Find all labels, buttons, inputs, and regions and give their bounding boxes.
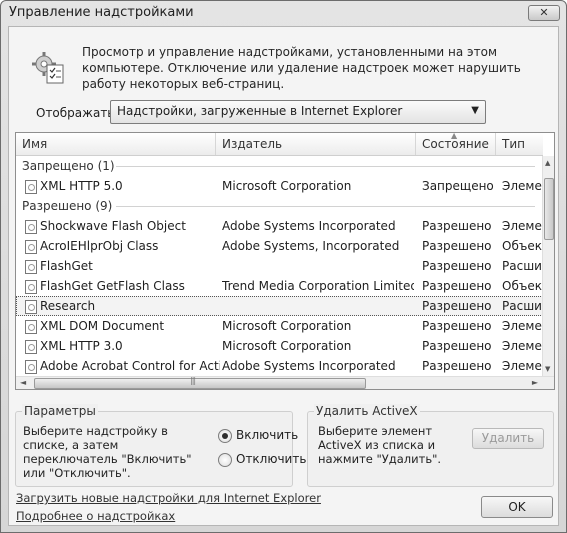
- download-addons-link[interactable]: Загрузить новые надстройки для Internet …: [16, 491, 321, 505]
- table-row[interactable]: FlashGet Разрешено Расширение обозревателя: [16, 256, 543, 276]
- addon-icon: [25, 260, 37, 274]
- table-row[interactable]: Shockwave Flash Object Adobe Systems Inco…: [16, 216, 543, 236]
- group-label: Разрешено (9): [22, 199, 113, 213]
- dialog-body: Просмотр и управление надстройками, уста…: [8, 26, 559, 526]
- addon-publisher: Microsoft Corporation: [222, 319, 352, 333]
- addon-publisher: Adobe Systems Incorporated: [222, 359, 396, 373]
- vertical-scroll-thumb[interactable]: [544, 178, 554, 240]
- activex-text: Выберите элемент ActiveX из списка и наж…: [318, 424, 442, 466]
- remove-activex-group: Удалить ActiveX Выберите элемент ActiveX…: [307, 404, 554, 487]
- addon-publisher: Adobe Systems Incorporated: [222, 219, 396, 233]
- addon-publisher: Microsoft Corporation: [222, 179, 352, 193]
- show-dropdown-value: Надстройки, загруженные в Internet Explo…: [117, 104, 403, 118]
- addon-name: Shockwave Flash Object: [40, 219, 186, 233]
- addon-type: Объект модуля поддержки: [502, 239, 542, 253]
- list-header: Имя Издатель Состояние Тип ▲: [16, 133, 543, 156]
- horizontal-scroll-thumb[interactable]: [34, 376, 366, 389]
- addon-icon: [25, 220, 37, 234]
- sort-ascending-icon: ▲: [451, 132, 458, 140]
- remove-button[interactable]: Удалить: [472, 428, 544, 449]
- params-group: Параметры Выберите надстройку в списке, …: [15, 404, 306, 487]
- addon-state: Разрешено: [422, 299, 492, 313]
- table-row[interactable]: AcroIEHlprObj Class Adobe Systems, Incorp…: [16, 236, 543, 256]
- table-row[interactable]: XML HTTP 3.0 Microsoft Corporation Разреше…: [16, 336, 543, 356]
- column-header-type[interactable]: Тип: [496, 133, 543, 155]
- enable-radio[interactable]: [218, 429, 232, 443]
- table-row[interactable]: XML HTTP 5.0 Microsoft Corporation Запреще…: [16, 176, 543, 196]
- manage-addons-window: Управление надстройками ✕ Просмотр и упр…: [0, 0, 567, 533]
- description-text: Просмотр и управление надстройками, уста…: [82, 45, 521, 91]
- table-row[interactable]: FlashGet GetFlash Class Trend Media Corpo…: [16, 276, 543, 296]
- addon-type: Расширение обозревателя: [502, 259, 542, 273]
- activex-title: Удалить ActiveX: [314, 404, 420, 418]
- addon-publisher: Trend Media Corporation Limited: [222, 279, 414, 293]
- params-title: Параметры: [22, 404, 98, 418]
- addon-state: Разрешено: [422, 239, 492, 253]
- horizontal-scrollbar[interactable]: ◄ ►: [16, 376, 554, 389]
- addon-icon: [25, 360, 37, 374]
- vertical-scrollbar[interactable]: ▲ ▼: [542, 156, 554, 376]
- column-header-name[interactable]: Имя: [16, 133, 216, 155]
- table-row[interactable]: Research Разрешено Расширение обозревателя: [16, 296, 543, 316]
- ok-button[interactable]: OK: [481, 496, 553, 518]
- group-header: Разрешено (9): [16, 196, 543, 216]
- addon-icon: [25, 340, 37, 354]
- addon-state: Запрещено: [422, 179, 494, 193]
- group-divider: [116, 166, 535, 167]
- table-row[interactable]: XML DOM Document Microsoft Corporation Раз…: [16, 316, 543, 336]
- addon-state: Разрешено: [422, 259, 492, 273]
- addons-list[interactable]: Имя Издатель Состояние Тип ▲ Запрещено (…: [15, 132, 555, 390]
- addon-icon: [25, 180, 37, 194]
- addons-gear-icon: [32, 52, 64, 84]
- addon-publisher: Microsoft Corporation: [222, 339, 352, 353]
- addon-type: Элемент ActiveX: [502, 339, 542, 353]
- addon-state: Разрешено: [422, 219, 492, 233]
- scroll-left-icon[interactable]: ◄: [20, 378, 26, 387]
- scroll-right-icon[interactable]: ►: [532, 378, 538, 387]
- list-rows: Запрещено (1) XML HTTP 5.0 Microsoft Corpo…: [16, 156, 543, 376]
- addon-state: Разрешено: [422, 319, 492, 333]
- group-label: Запрещено (1): [22, 159, 115, 173]
- addon-name: AcroIEHlprObj Class: [40, 239, 159, 253]
- addon-type: Элемент ActiveX: [502, 359, 542, 373]
- group-divider: [116, 206, 535, 207]
- enable-label[interactable]: Включить: [236, 428, 298, 442]
- addon-state: Разрешено: [422, 279, 492, 293]
- addon-name: Research: [40, 299, 96, 313]
- addon-state: Разрешено: [422, 359, 492, 373]
- title-bar[interactable]: Управление надстройками ✕: [1, 1, 566, 25]
- show-dropdown[interactable]: Надстройки, загруженные в Internet Explo…: [110, 100, 486, 124]
- addon-name: XML HTTP 5.0: [40, 179, 123, 193]
- disable-radio[interactable]: [218, 453, 232, 467]
- show-label: Отображать:: [36, 106, 119, 120]
- addon-state: Разрешено: [422, 339, 492, 353]
- addon-icon: [25, 320, 37, 334]
- addon-icon: [25, 300, 37, 314]
- addon-type: Элемент ActiveX: [502, 179, 542, 193]
- column-header-publisher[interactable]: Издатель: [216, 133, 416, 155]
- addon-type: Объект модуля поддержки: [502, 279, 542, 293]
- chevron-down-icon: ▼: [471, 105, 479, 116]
- group-header: Запрещено (1): [16, 156, 543, 176]
- table-row[interactable]: Adobe Acrobat Control for ActiveXAdobe S…: [16, 356, 543, 376]
- addon-name: XML HTTP 3.0: [40, 339, 123, 353]
- addon-name: Adobe Acrobat Control for ActiveX: [40, 359, 220, 373]
- addon-type: Элемент ActiveX: [502, 319, 542, 333]
- disable-label[interactable]: Отключить: [236, 452, 306, 466]
- addon-name: XML DOM Document: [40, 319, 165, 333]
- addon-icon: [25, 280, 37, 294]
- params-text: Выберите надстройку в списке, а затем пе…: [23, 424, 192, 480]
- window-title: Управление надстройками: [9, 5, 194, 20]
- addon-name: FlashGet GetFlash Class: [40, 279, 185, 293]
- scroll-down-icon[interactable]: ▼: [545, 365, 550, 373]
- addon-publisher: Adobe Systems, Incorporated: [222, 239, 400, 253]
- scroll-up-icon[interactable]: ▲: [545, 159, 550, 167]
- addon-icon: [25, 240, 37, 254]
- addon-type: Расширение обозревателя: [502, 299, 542, 313]
- addon-type: Элемент ActiveX: [502, 219, 542, 233]
- close-button[interactable]: ✕: [528, 5, 560, 21]
- addon-name: FlashGet: [40, 259, 93, 273]
- learn-more-link[interactable]: Подробнее о надстройках: [16, 509, 175, 523]
